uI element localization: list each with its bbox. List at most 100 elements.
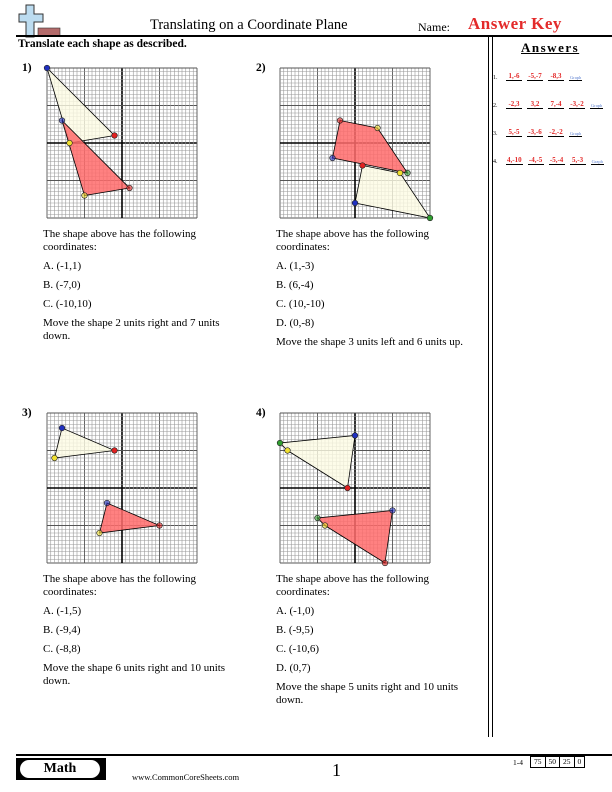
- answer-number: 2.: [493, 103, 498, 109]
- instructions: Translate each shape as described.: [18, 38, 187, 50]
- point-label: B: [276, 624, 284, 636]
- coordinate-grid-1: [43, 64, 198, 219]
- original-vertex: [111, 132, 118, 139]
- score-cell: 0: [577, 757, 582, 766]
- answers-column-divider: [488, 37, 493, 737]
- answer-number: 1.: [493, 75, 498, 81]
- answer-value: -2,3: [506, 100, 522, 109]
- answer-row: 1. 1,-6 -5,-7 -8,3 Graph: [493, 72, 583, 81]
- answer-value: -8,3: [548, 72, 564, 81]
- point-label: D: [276, 662, 284, 674]
- point-label: C: [43, 643, 51, 655]
- translated-vertex: [404, 169, 411, 177]
- point-coord: (-9,4): [55, 624, 81, 636]
- score-range: 1-4: [513, 758, 523, 767]
- problem-1-text: The shape above has the following coordi…: [43, 228, 243, 349]
- point-label: D: [276, 317, 284, 329]
- translated-vertex: [103, 499, 111, 507]
- answer-value: 1,-6: [506, 72, 522, 81]
- original-vertex: [51, 454, 58, 462]
- answer-value: -3,-2: [569, 100, 585, 109]
- translated-vertex: [329, 154, 336, 162]
- answer-number: 4.: [493, 159, 498, 165]
- point-coord: (-1,1): [56, 260, 82, 272]
- page-number: 1: [332, 760, 341, 780]
- point-coord: (-1,5): [56, 605, 82, 617]
- translated-vertex: [96, 529, 103, 537]
- original-vertex: [66, 139, 73, 147]
- problem-instruction: Move the shape 5 units right and 10 unit…: [276, 681, 459, 706]
- answer-value: -5,-7: [527, 72, 543, 81]
- point-coord: (-8,8): [55, 643, 81, 655]
- answer-value: -2,-2: [548, 128, 564, 137]
- point-coord: (0,-8): [289, 317, 315, 329]
- point-label: A: [43, 605, 51, 617]
- point-coord: (-7,0): [55, 279, 81, 291]
- score-cell: 25: [560, 757, 575, 767]
- answer-row: 4. 4,-10 -4,-5 -5,-4 5,-3 Graph: [493, 156, 604, 165]
- original-vertex: [58, 424, 66, 432]
- coordinate-grid-4: [276, 412, 431, 567]
- answer-graph-label: Graph: [590, 103, 604, 109]
- original-vertex: [276, 439, 284, 447]
- point-coord: (-1,0): [289, 605, 315, 617]
- answer-row: 3. 5,-5 -3,-6 -2,-2 Graph: [493, 128, 583, 137]
- point-coord: (-10,6): [288, 643, 320, 655]
- point-label: A: [43, 260, 51, 272]
- original-vertex: [284, 447, 291, 454]
- answer-graph-label: Graph: [569, 131, 583, 137]
- translated-vertex: [374, 124, 381, 132]
- original-vertex: [111, 447, 118, 454]
- score-table: 75 50 25 0: [530, 756, 586, 768]
- name-label: Name:: [418, 20, 450, 34]
- answer-value: 5,-5: [506, 128, 522, 137]
- point-label: B: [43, 624, 51, 636]
- answer-graph-label: Graph: [569, 75, 583, 81]
- translated-vertex: [126, 184, 133, 192]
- problem-instruction: Move the shape 6 units right and 10 unit…: [43, 662, 226, 687]
- translated-vertex: [381, 559, 389, 567]
- problem-intro: The shape above has the following coordi…: [43, 573, 197, 598]
- original-vertex: [426, 214, 434, 222]
- problem-instruction: Move the shape 3 units left and 6 units …: [276, 336, 463, 348]
- translated-vertex: [336, 117, 344, 124]
- answer-value: 4,-10: [506, 156, 523, 165]
- point-label: A: [276, 605, 284, 617]
- score-cell: 75: [531, 757, 546, 767]
- translated-vertex: [58, 117, 66, 124]
- problem-4-text: The shape above has the following coordi…: [276, 573, 476, 713]
- point-coord: (10,-10): [288, 298, 325, 310]
- point-coord: (-9,5): [288, 624, 314, 636]
- translated-vertex: [314, 514, 321, 522]
- answer-value: 7,-4: [548, 100, 564, 109]
- footer-divider: [16, 754, 612, 756]
- coordinate-grid-3: [46, 412, 198, 564]
- answer-value: -5,-4: [548, 156, 565, 165]
- problem-number: 3): [22, 407, 32, 419]
- score-cell: 50: [546, 757, 560, 767]
- coordinate-grid-2: [279, 67, 434, 222]
- translated-vertex: [81, 192, 88, 199]
- site-url: www.CommonCoreSheets.com: [132, 772, 240, 782]
- answer-graph-label: Graph: [590, 159, 604, 165]
- point-label: C: [43, 298, 51, 310]
- answer-row: 2. -2,3 3,2 7,-4 -3,-2 Graph: [493, 100, 604, 109]
- original-vertex: [359, 162, 366, 169]
- point-coord: (-10,10): [55, 298, 92, 310]
- problem-number: 4): [256, 407, 266, 419]
- point-coord: (1,-3): [289, 260, 315, 272]
- subject-label: Math: [20, 760, 100, 778]
- point-label: B: [276, 279, 284, 291]
- answers-title: Answers: [521, 40, 580, 55]
- point-coord: (6,-4): [288, 279, 314, 291]
- point-label: B: [43, 279, 51, 291]
- answer-value: -3,-6: [527, 128, 543, 137]
- point-label: A: [276, 260, 284, 272]
- translated-vertex: [156, 522, 163, 529]
- problem-3-text: The shape above has the following coordi…: [43, 573, 243, 694]
- problem-intro: The shape above has the following coordi…: [276, 573, 430, 598]
- answer-value: -4,-5: [527, 156, 544, 165]
- point-label: C: [276, 298, 284, 310]
- worksheet-title: Translating on a Coordinate Plane: [150, 17, 348, 33]
- problem-intro: The shape above has the following coordi…: [43, 228, 197, 253]
